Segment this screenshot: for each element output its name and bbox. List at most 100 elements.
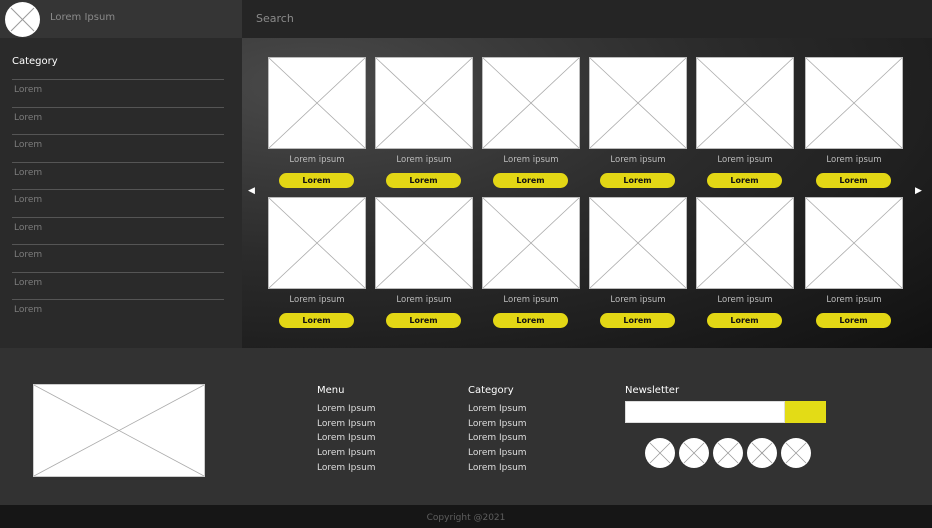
product-label: Lorem ipsum <box>826 155 882 165</box>
footer-category-link[interactable]: Lorem Ipsum <box>468 431 527 446</box>
product-button[interactable]: Lorem <box>600 173 675 188</box>
social-placeholder-icon[interactable] <box>713 438 743 468</box>
footer-image-placeholder-icon <box>33 384 205 477</box>
sidebar-item[interactable]: Lorem <box>12 189 224 216</box>
category-sidebar: Category Lorem Lorem Lorem Lorem Lorem L… <box>0 38 242 348</box>
product-button[interactable]: Lorem <box>707 313 782 328</box>
footer-menu-link[interactable]: Lorem Ipsum <box>317 402 376 417</box>
sidebar-item-label: Lorem <box>14 195 43 205</box>
product-button[interactable]: Lorem <box>279 173 354 188</box>
copyright-text: Copyright @2021 <box>426 513 506 523</box>
product-button[interactable]: Lorem <box>816 313 891 328</box>
header-brand-area: Lorem Ipsum <box>0 0 242 38</box>
product-card: Lorem ipsum Lorem <box>482 57 580 188</box>
sidebar-item-label: Lorem <box>14 222 43 233</box>
header-search-area <box>242 0 932 38</box>
product-image-placeholder-icon[interactable] <box>482 197 580 289</box>
footer-menu-link[interactable]: Lorem Ipsum <box>317 431 376 446</box>
product-card: Lorem ipsum Lorem <box>696 197 794 328</box>
sidebar-item[interactable]: Lorem <box>12 271 224 299</box>
product-button[interactable]: Lorem <box>493 313 568 328</box>
sidebar-item[interactable]: Lorem <box>12 134 224 161</box>
social-placeholder-icon[interactable] <box>679 438 709 468</box>
product-button[interactable]: Lorem <box>386 173 461 188</box>
product-card: Lorem ipsum Lorem <box>482 197 580 328</box>
footer: Menu Lorem Ipsum Lorem Ipsum Lorem Ipsum… <box>0 348 932 505</box>
product-button[interactable]: Lorem <box>600 313 675 328</box>
product-button[interactable]: Lorem <box>386 313 461 328</box>
newsletter-submit-button[interactable] <box>785 401 826 423</box>
newsletter-title: Newsletter <box>625 385 680 396</box>
brand-name: Lorem Ipsum <box>50 12 116 23</box>
product-button[interactable]: Lorem <box>707 173 782 188</box>
product-image-placeholder-icon[interactable] <box>482 57 580 149</box>
product-image-placeholder-icon[interactable] <box>805 197 903 289</box>
product-label: Lorem ipsum <box>610 295 666 305</box>
sidebar-item[interactable]: Lorem <box>12 79 224 106</box>
chevron-left-icon[interactable]: ◀ <box>248 186 255 196</box>
product-label: Lorem ipsum <box>396 155 452 165</box>
footer-category-link[interactable]: Lorem Ipsum <box>468 446 527 461</box>
product-card: Lorem ipsum Lorem <box>268 197 366 328</box>
product-card: Lorem ipsum Lorem <box>375 57 473 188</box>
sidebar-title: Category <box>12 56 58 67</box>
product-label: Lorem ipsum <box>717 295 773 305</box>
product-label: Lorem ipsum <box>289 155 345 165</box>
footer-category-link[interactable]: Lorem Ipsum <box>468 402 527 417</box>
sidebar-item-label: Lorem <box>14 112 43 123</box>
product-label: Lorem ipsum <box>826 295 882 305</box>
product-card: Lorem ipsum Lorem <box>589 57 687 188</box>
product-image-placeholder-icon[interactable] <box>375 197 473 289</box>
product-image-placeholder-icon[interactable] <box>268 197 366 289</box>
product-label: Lorem ipsum <box>717 155 773 165</box>
footer-category-column: Category Lorem Ipsum Lorem Ipsum Lorem I… <box>468 385 527 475</box>
chevron-right-icon[interactable]: ▶ <box>915 186 922 196</box>
product-button[interactable]: Lorem <box>493 173 568 188</box>
product-card: Lorem ipsum Lorem <box>268 57 366 188</box>
product-card: Lorem ipsum Lorem <box>589 197 687 328</box>
product-image-placeholder-icon[interactable] <box>696 57 794 149</box>
product-image-placeholder-icon[interactable] <box>696 197 794 289</box>
product-image-placeholder-icon[interactable] <box>589 197 687 289</box>
sidebar-item-label: Lorem <box>14 250 43 260</box>
product-label: Lorem ipsum <box>396 295 452 305</box>
footer-menu-link[interactable]: Lorem Ipsum <box>317 461 376 476</box>
footer-menu-column: Menu Lorem Ipsum Lorem Ipsum Lorem Ipsum… <box>317 385 376 475</box>
sidebar-item-label: Lorem <box>14 140 43 150</box>
sidebar-item[interactable]: Lorem <box>12 299 224 326</box>
product-card: Lorem ipsum Lorem <box>805 197 903 328</box>
social-placeholder-icon[interactable] <box>645 438 675 468</box>
sidebar-item-label: Lorem <box>14 305 43 315</box>
product-card: Lorem ipsum Lorem <box>696 57 794 188</box>
search-input[interactable] <box>256 7 556 29</box>
product-card: Lorem ipsum Lorem <box>375 197 473 328</box>
sidebar-item-label: Lorem <box>14 277 43 288</box>
product-image-placeholder-icon[interactable] <box>268 57 366 149</box>
product-image-placeholder-icon[interactable] <box>375 57 473 149</box>
newsletter-email-input[interactable] <box>625 401 785 423</box>
product-image-placeholder-icon[interactable] <box>589 57 687 149</box>
product-carousel: ◀ ▶ Lorem ipsum Lorem Lorem ipsum Lorem … <box>242 38 932 348</box>
sidebar-item[interactable]: Lorem <box>12 244 224 271</box>
sidebar-item-label: Lorem <box>14 85 43 95</box>
sidebar-item[interactable]: Lorem <box>12 106 224 134</box>
footer-menu-link[interactable]: Lorem Ipsum <box>317 446 376 461</box>
product-label: Lorem ipsum <box>610 155 666 165</box>
product-label: Lorem ipsum <box>503 295 559 305</box>
logo-placeholder-icon[interactable] <box>5 2 40 37</box>
footer-category-link[interactable]: Lorem Ipsum <box>468 461 527 476</box>
social-placeholder-icon[interactable] <box>747 438 777 468</box>
social-placeholder-icon[interactable] <box>781 438 811 468</box>
product-image-placeholder-icon[interactable] <box>805 57 903 149</box>
footer-category-link[interactable]: Lorem Ipsum <box>468 417 527 432</box>
footer-menu-title: Menu <box>317 385 345 396</box>
copyright-bar: Copyright @2021 <box>0 505 932 528</box>
footer-menu-link[interactable]: Lorem Ipsum <box>317 417 376 432</box>
sidebar-item[interactable]: Lorem <box>12 216 224 244</box>
product-button[interactable]: Lorem <box>816 173 891 188</box>
product-button[interactable]: Lorem <box>279 313 354 328</box>
sidebar-item[interactable]: Lorem <box>12 161 224 189</box>
footer-category-title: Category <box>468 385 514 396</box>
product-card: Lorem ipsum Lorem <box>805 57 903 188</box>
product-label: Lorem ipsum <box>503 155 559 165</box>
